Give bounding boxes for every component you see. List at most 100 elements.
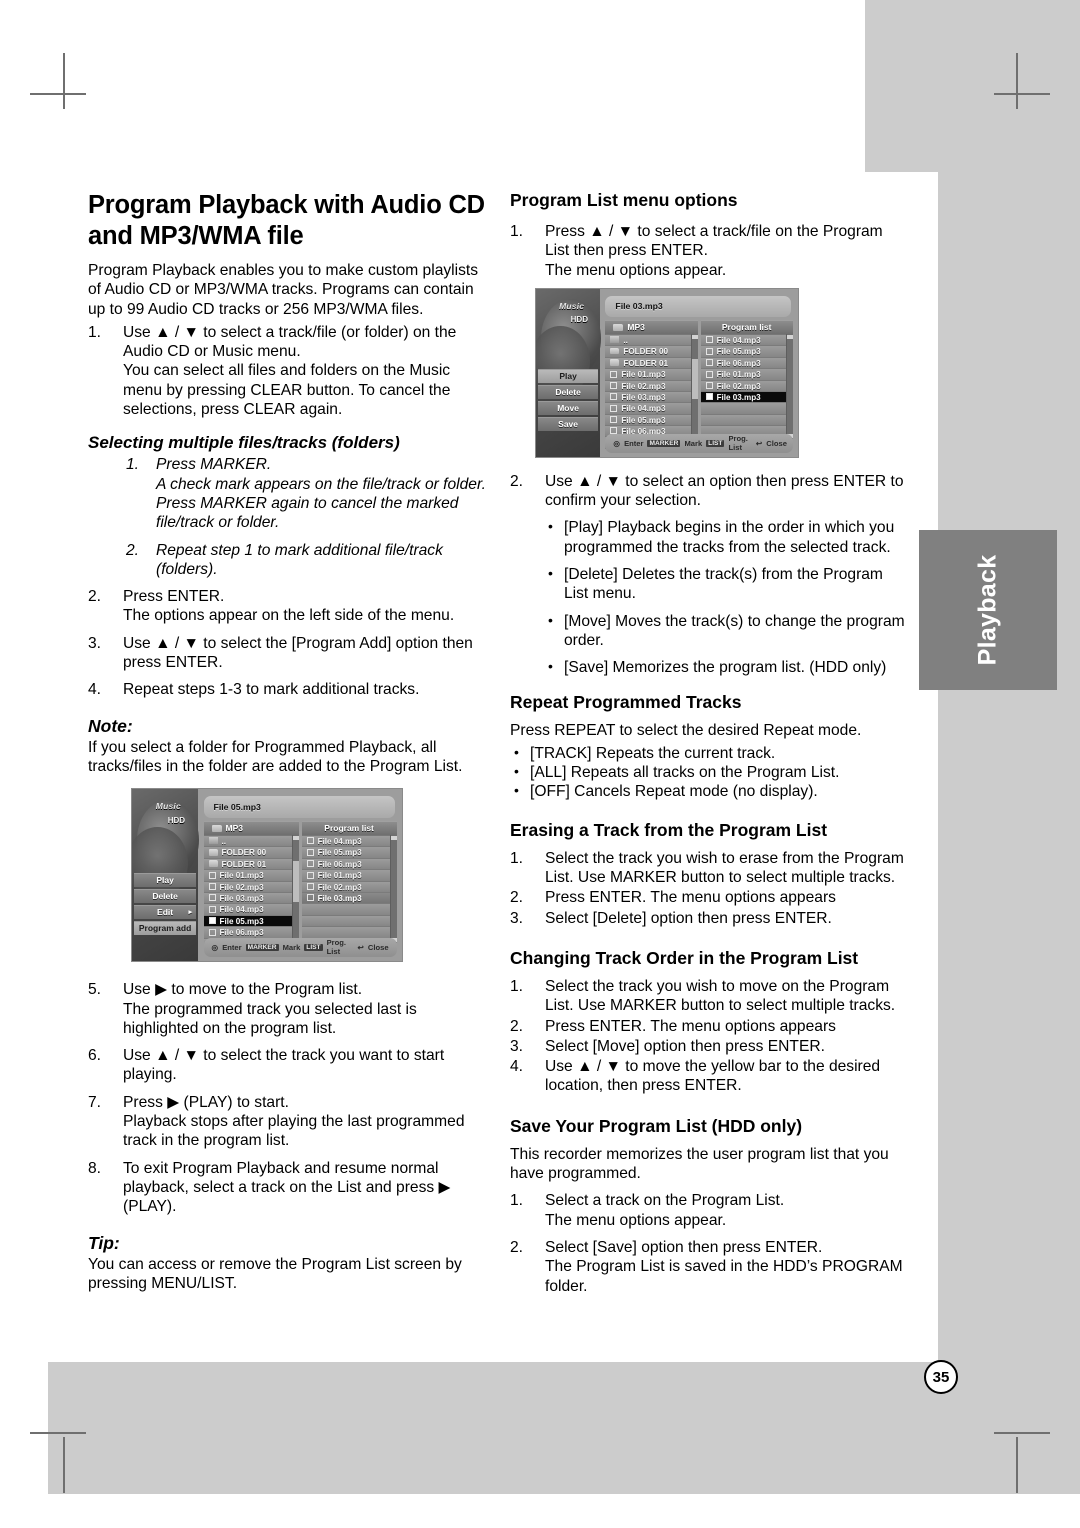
osd1-file-row[interactable]: FOLDER 00 (203, 847, 292, 859)
osd1-program-scrollbar[interactable] (389, 835, 397, 944)
menu-step-2-number: 2. (510, 472, 524, 490)
osd1-file-row-selected[interactable]: File 05.mp3 (203, 915, 292, 928)
folder-icon (211, 825, 222, 833)
osd2-file-row[interactable]: FOLDER 01 (605, 357, 691, 370)
osd2-program-row-empty (700, 414, 786, 427)
osd2-menu-item-play[interactable]: Play (538, 369, 599, 384)
osd2-menu-item-delete[interactable]: Delete (538, 385, 599, 400)
osd2-program-row[interactable]: File 06.mp3 (700, 357, 786, 370)
osd1-file-row[interactable]: FOLDER 01 (203, 858, 292, 871)
osd2-program-row-label: File 03.mp3 (716, 392, 761, 402)
order-step-2-number: 2. (510, 1017, 524, 1035)
erase-step-1-text: Select the track you wish to erase from … (545, 849, 904, 887)
menu-option-bullets: [Play] Playback begins in the order in w… (510, 517, 910, 677)
sub-step-2: 2. Repeat step 1 to mark additional file… (126, 541, 488, 580)
parent-folder-icon (208, 837, 218, 845)
osd2-program-row[interactable]: File 02.mp3 (700, 380, 786, 392)
step-8: 8. To exit Program Playback and resume n… (88, 1159, 488, 1217)
osd1-file-browser-header: MP3 (203, 821, 299, 836)
osd2-program-row-selected[interactable]: File 03.mp3 (700, 391, 786, 404)
osd1-file-row[interactable]: File 02.mp3 (203, 881, 292, 893)
osd2-file-row[interactable]: File 01.mp3 (605, 369, 691, 381)
scroll-up-arrow-icon[interactable] (390, 836, 397, 841)
erase-step-2-text: Press ENTER. The menu options appears (545, 889, 836, 907)
crop-mark-top-right-vertical (1016, 53, 1018, 109)
osd1-file-scrollbar[interactable] (291, 835, 299, 944)
osd2-file-row[interactable]: File 05.mp3 (605, 414, 691, 427)
osd1-program-list-header: Program list (301, 821, 397, 836)
chevron-right-icon: ▸ (188, 909, 193, 917)
heading-repeat-programmed-tracks: Repeat Programmed Tracks (510, 691, 742, 712)
osd2-program-row[interactable]: File 05.mp3 (700, 346, 786, 358)
osd1-program-row[interactable]: File 02.mp3 (301, 881, 390, 893)
osd1-file-row-label: FOLDER 01 (221, 859, 267, 869)
return-icon: ↩ (755, 438, 763, 448)
folder-icon (208, 849, 218, 856)
save-step-2-line-a: Select [Save] option then press ENTER. (545, 1238, 823, 1256)
osd1-program-row[interactable]: File 04.mp3 (301, 836, 390, 848)
step-2: 2. Press ENTER. The options appear on th… (88, 587, 488, 626)
page-number-text: 35 (932, 1368, 950, 1386)
step-5: 5. Use ▶ to move to the Program list. Th… (88, 980, 488, 1038)
save-step-1-line-b: The menu options appear. (545, 1211, 727, 1229)
osd1-menu-item-delete[interactable]: Delete (134, 889, 197, 904)
scroll-up-arrow-icon[interactable] (786, 334, 793, 339)
osd1-file-row-label: File 01.mp3 (219, 871, 264, 881)
parent-folder-icon (610, 336, 620, 344)
osd2-file-row[interactable]: File 02.mp3 (605, 380, 691, 392)
osd2-file-scrollbar[interactable] (690, 333, 698, 440)
osd1-program-row-highlighted[interactable]: File 03.mp3 (301, 893, 390, 905)
scroll-thumb[interactable] (292, 860, 299, 903)
left-column: Program Playback with Audio CD and MP3/W… (88, 190, 488, 1297)
osd2-file-row[interactable]: File 04.mp3 (605, 403, 691, 415)
scroll-thumb[interactable] (691, 359, 698, 400)
osd2-file-row[interactable]: File 03.mp3 (605, 391, 691, 404)
osd1-file-row[interactable]: File 04.mp3 (203, 904, 292, 916)
osd2-file-row-label: File 01.mp3 (621, 370, 666, 380)
osd2-file-rows[interactable]: .. FOLDER 00 FOLDER 01 File 01.mp3 File … (605, 333, 698, 449)
step-8-number: 8. (88, 1159, 102, 1177)
note-text: If you select a folder for Programmed Pl… (88, 738, 463, 775)
osd1-program-row[interactable]: File 06.mp3 (301, 858, 390, 871)
osd1-file-row[interactable]: File 01.mp3 (203, 870, 292, 882)
osd1-context-menu[interactable]: Play Delete Edit ▸ Program add (134, 873, 197, 937)
osd2-file-row[interactable]: .. (605, 334, 691, 347)
section-tab-playback: Playback (919, 530, 1057, 690)
scroll-up-arrow-icon[interactable] (691, 334, 698, 339)
checkbox-icon (610, 370, 618, 378)
osd1-menu-item-play[interactable]: Play (134, 873, 197, 888)
step-4: 4. Repeat steps 1-3 to mark additional t… (88, 680, 488, 699)
osd2-program-row-empty (700, 403, 786, 415)
osd1-program-row[interactable]: File 05.mp3 (301, 847, 390, 859)
osd2-program-row[interactable]: File 01.mp3 (700, 369, 786, 381)
osd2-program-rows[interactable]: File 04.mp3 File 05.mp3 File 06.mp3 File… (700, 333, 793, 449)
osd2-file-row[interactable]: FOLDER 00 (605, 346, 691, 358)
osd1-menu-item-program-add[interactable]: Program add (134, 921, 197, 936)
step-5-number: 5. (88, 981, 102, 999)
osd1-status-enter: Enter (222, 942, 242, 952)
osd1-menu-item-edit[interactable]: Edit ▸ (134, 905, 197, 920)
scroll-up-arrow-icon[interactable] (292, 836, 299, 841)
osd2-menu-item-move[interactable]: Move (538, 401, 599, 416)
osd2-context-menu[interactable]: Play Delete Move Save (538, 369, 599, 433)
step-1-line-a: Use ▲ / ▼ to select a track/file (or fol… (123, 323, 457, 361)
osd2-menu-item-save[interactable]: Save (538, 417, 599, 432)
osd2-program-scrollbar[interactable] (785, 333, 793, 440)
heading-save-program-list: Save Your Program List (HDD only) (510, 1115, 803, 1136)
osd1-file-rows[interactable]: .. FOLDER 00 FOLDER 01 File 01.mp3 File … (203, 835, 299, 950)
order-step-1: 1. Select the track you wish to move on … (510, 977, 910, 1016)
osd2-program-row[interactable]: File 04.mp3 (700, 334, 786, 347)
osd1-file-row[interactable]: File 03.mp3 (203, 893, 292, 905)
osd1-file-row[interactable]: File 06.mp3 (203, 927, 292, 939)
subheading-selecting-multiple: Selecting multiple files/tracks (folders… (88, 433, 400, 453)
osd1-program-rows[interactable]: File 04.mp3 File 05.mp3 File 06.mp3 File… (301, 835, 397, 950)
osd1-columns: MP3 .. FOLDER 00 FOLDER 01 File 01.mp3 F… (203, 821, 397, 950)
checkbox-icon (705, 381, 713, 389)
osd1-file-row[interactable]: .. (203, 836, 292, 848)
erase-step-2: 2. Press ENTER. The menu options appears (510, 888, 910, 907)
folder-icon (208, 860, 218, 867)
osd1-program-row[interactable]: File 01.mp3 (301, 870, 390, 882)
sub-step-2-number: 2. (126, 541, 140, 559)
bullet-save: [Save] Memorizes the program list. (HDD … (548, 657, 910, 677)
sub-step-1-line-b: A check mark appears on the file/track o… (156, 475, 486, 532)
